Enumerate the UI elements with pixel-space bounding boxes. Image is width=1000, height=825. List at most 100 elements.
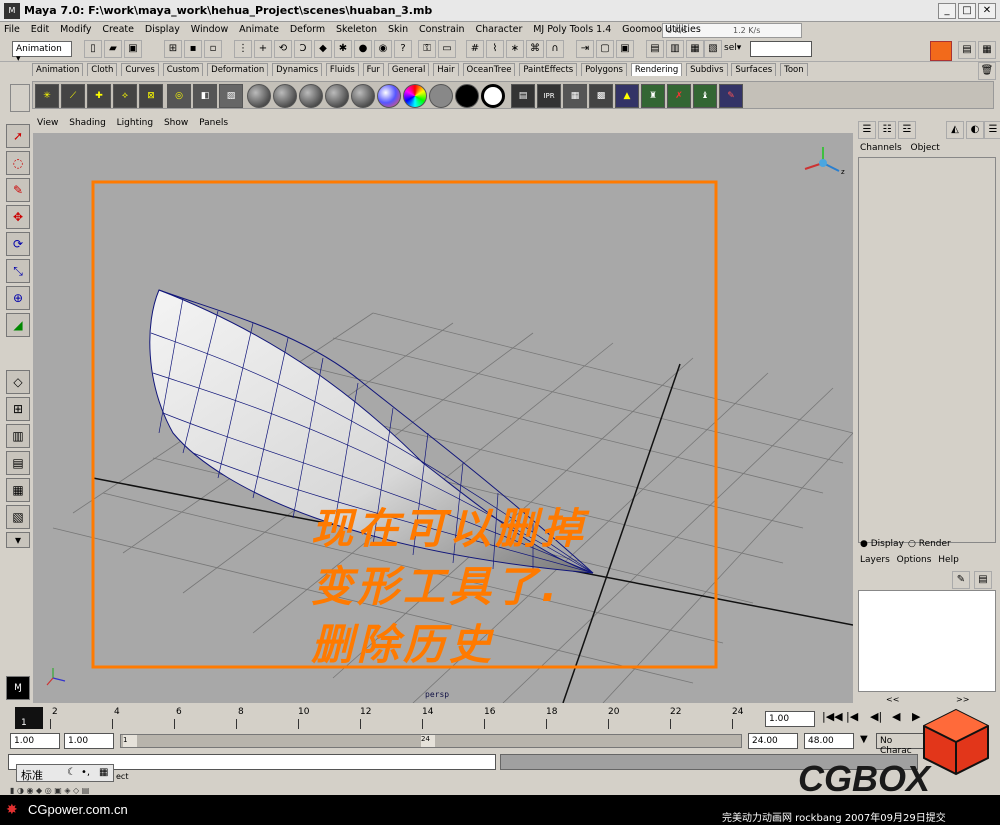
construction-history-icon[interactable]: ▣ (616, 40, 634, 58)
shelf-tab-custom[interactable]: Custom (162, 63, 204, 76)
move-tool-icon[interactable]: ✥ (6, 205, 30, 229)
shelf-tab-fur[interactable]: Fur (362, 63, 384, 76)
toggle-panel-icon[interactable]: ▤ (958, 41, 976, 59)
layer-menu-options[interactable]: Options (897, 555, 932, 565)
persp-outliner-layout-icon[interactable]: ▥ (6, 424, 30, 448)
lambert-shader-icon[interactable] (247, 84, 271, 108)
snap-view-plane-icon[interactable]: ⌘ (526, 40, 544, 58)
paint-select-tool-icon[interactable]: ✎ (6, 178, 30, 202)
persp-graph-hypergraph-layout-icon[interactable]: ▧ (6, 505, 30, 529)
character-set-field[interactable]: No Charac (876, 733, 926, 756)
layer-mode-display[interactable]: ● Display (860, 539, 904, 549)
render-settings-icon[interactable]: ▧ (704, 40, 722, 58)
highlight-selection-icon[interactable]: ▭ (438, 40, 456, 58)
menu-character[interactable]: Character (471, 22, 526, 37)
new-scene-icon[interactable]: ▯ (84, 40, 102, 58)
snap-grid-icon[interactable]: # (466, 40, 484, 58)
anim-end-field[interactable]: 48.00 (804, 733, 854, 749)
panel-menu-lighting[interactable]: Lighting (113, 117, 157, 129)
panel-menu-panels[interactable]: Panels (195, 117, 232, 129)
toon-shader-icon[interactable] (481, 84, 505, 108)
menu-goomoo-utilities[interactable]: Goomoo Utilities (618, 22, 705, 37)
range-slider-start-handle[interactable]: 1 (123, 735, 137, 747)
anim-start-field[interactable]: 1.00 (64, 733, 114, 749)
minimize-button[interactable]: _ (938, 3, 956, 19)
list-view-icon[interactable]: ☰ (984, 121, 1000, 139)
ime-language-label[interactable]: 标准 (21, 767, 43, 783)
selection-field-label[interactable]: sel▾ (724, 43, 741, 53)
mode-dropdown[interactable]: Animation ▾ (12, 41, 72, 64)
ipr-render-icon[interactable]: ▥ (666, 40, 684, 58)
save-scene-icon[interactable]: ▣ (124, 40, 142, 58)
menu-deform[interactable]: Deform (286, 22, 329, 37)
lasso-tool-icon[interactable]: ◌ (6, 151, 30, 175)
menu-animate[interactable]: Animate (235, 22, 283, 37)
use-background-icon[interactable] (455, 84, 479, 108)
quick-selection-field[interactable] (750, 41, 812, 57)
render-globals-icon[interactable]: ▦ (686, 40, 704, 58)
layer-mode-render[interactable]: ○ Render (908, 539, 951, 549)
shelf-tab-painteffects[interactable]: PaintEffects (519, 63, 578, 76)
panel-menu-shading[interactable]: Shading (65, 117, 110, 129)
spot-light-icon[interactable]: ⟡ (113, 84, 137, 108)
select-component-icon[interactable]: ▫ (204, 40, 222, 58)
last-tool-icon[interactable]: ◢ (6, 313, 30, 337)
directional-light-icon[interactable]: ⟋ (61, 84, 85, 108)
shelf-tab-general[interactable]: General (387, 63, 430, 76)
shelf-menu-button[interactable] (10, 84, 30, 112)
bounding-icon[interactable]: ◐ (966, 121, 984, 139)
phonge-shader-icon[interactable] (325, 84, 349, 108)
new-layer-selected-icon[interactable]: ▤ (974, 571, 992, 589)
render-layer-icon[interactable]: ▲ (615, 84, 639, 108)
layer-editor-icon[interactable]: ☷ (878, 121, 896, 139)
area-light-icon[interactable]: ⊠ (139, 84, 163, 108)
menu-mj-poly-tools[interactable]: MJ Poly Tools 1.4 (529, 22, 615, 37)
menu-modify[interactable]: Modify (56, 22, 95, 37)
channel-tab-channels[interactable]: Channels (860, 143, 902, 153)
shelf-tab-deformation[interactable]: Deformation (207, 63, 269, 76)
select-curves-icon[interactable]: Ɔ (294, 40, 312, 58)
step-back-frame-icon[interactable]: ◀| (870, 710, 882, 723)
layered-shader-icon[interactable] (377, 84, 401, 108)
surface-shader-icon[interactable] (429, 84, 453, 108)
current-frame-marker[interactable]: 1 (15, 707, 43, 729)
render-frame-icon[interactable]: ▤ (646, 40, 664, 58)
panel-menu-view[interactable]: View (33, 117, 62, 129)
shelf-tab-oceantree[interactable]: OceanTree (462, 63, 516, 76)
single-perspective-layout-icon[interactable]: ◇ (6, 370, 30, 394)
ime-moon-icon[interactable]: ☾ (67, 767, 76, 778)
shelf-tab-cloth[interactable]: Cloth (87, 63, 118, 76)
layer-scroll-left[interactable]: << (886, 695, 899, 704)
shelf-tab-animation[interactable]: Animation (32, 63, 84, 76)
ramp-shader-icon[interactable] (403, 84, 427, 108)
open-scene-icon[interactable]: ▰ (104, 40, 122, 58)
layer-menu-help[interactable]: Help (938, 555, 959, 565)
range-options-dropdown-icon[interactable]: ▼ (860, 734, 868, 745)
ambient-light-icon[interactable]: ✳ (35, 84, 59, 108)
select-rendering-icon[interactable]: ◉ (374, 40, 392, 58)
shelf-tab-hair[interactable]: Hair (433, 63, 459, 76)
phong-shader-icon[interactable] (299, 84, 323, 108)
persp-graph-layout-icon[interactable]: ▤ (6, 451, 30, 475)
paint-brush-icon[interactable]: ✎ (719, 84, 743, 108)
layer-scroll-right[interactable]: >> (956, 695, 969, 704)
menu-create[interactable]: Create (98, 22, 138, 37)
shelf-tab-fluids[interactable]: Fluids (325, 63, 359, 76)
make-live-icon[interactable]: ∩ (546, 40, 564, 58)
manipulator-tool-icon[interactable]: ⊕ (6, 286, 30, 310)
menu-constrain[interactable]: Constrain (415, 22, 469, 37)
time-slider[interactable]: 1 2 4 6 8 10 12 14 16 18 20 22 24 (12, 705, 757, 730)
scale-tool-icon[interactable]: ⤡ (6, 259, 30, 283)
batch-render-icon[interactable]: ▩ (589, 84, 613, 108)
render-settings-shelf-icon[interactable]: ▦ (563, 84, 587, 108)
play-backwards-icon[interactable]: ◀ (892, 710, 900, 723)
cancel-render-icon[interactable]: ✗ (667, 84, 691, 108)
perspective-viewport[interactable]: z 现在可以删掉 变形工具了. 删除历史 persp (33, 133, 853, 703)
mask-dropdown-icon[interactable]: ⋮ (234, 40, 252, 58)
layer-menu-layers[interactable]: Layers (860, 555, 890, 565)
volume-light-icon[interactable]: ◎ (167, 84, 191, 108)
channel-tab-object[interactable]: Object (911, 143, 940, 153)
shelf-tab-rendering[interactable]: Rendering (630, 63, 683, 76)
four-view-layout-icon[interactable]: ⊞ (6, 397, 30, 421)
paint-effects-brush-icon[interactable]: ♝ (693, 84, 717, 108)
